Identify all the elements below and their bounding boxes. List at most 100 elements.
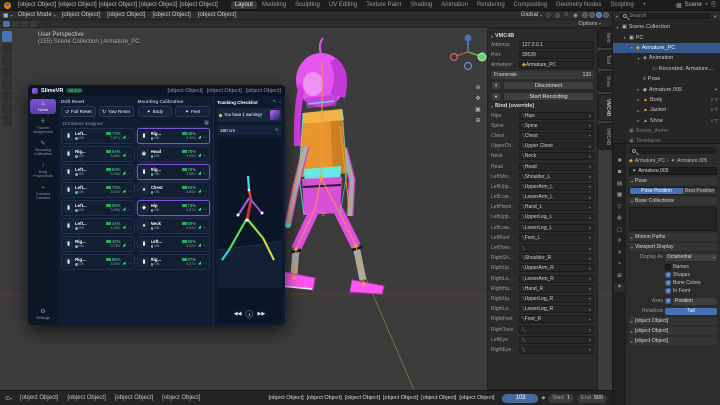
editor-type-button[interactable]: ▣▾ — [3, 12, 13, 19]
bone-dropdown[interactable]: ╲ Shoulder_R ▾ — [519, 254, 594, 262]
tool-option-icon-2[interactable] — [21, 21, 28, 27]
row-extra-icons[interactable]: ≡ ▽ — [711, 107, 718, 113]
bone-dropdown[interactable]: ╲ Hand_R ▾ — [519, 285, 594, 293]
outliner-row[interactable]: ▸ ◆ Armature.005 ✦ — [613, 84, 720, 94]
scale-tool[interactable] — [2, 79, 12, 90]
properties-tab-icon[interactable]: ✳ — [614, 248, 625, 257]
breadcrumb-data[interactable]: Armature.005 — [677, 158, 707, 164]
bone-dropdown[interactable]: ╲ UpperArm_L ▾ — [519, 183, 594, 191]
outliner-row[interactable]: ▣ Timelapse — [613, 136, 720, 143]
bone-dropdown[interactable]: ╲ LowerLeg_L ▾ — [519, 224, 594, 232]
timeline-menu[interactable]: [object Object] — [19, 395, 59, 401]
address-field[interactable]: 127.0.0.1 — [519, 41, 594, 49]
bone-dropdown[interactable]: ╲ Head ▾ — [519, 163, 594, 171]
measure-tool[interactable] — [2, 115, 12, 126]
tracker-card[interactable]: ● Neck OK 69% 4.04V ◢ — — [137, 218, 211, 234]
n-panel-tab[interactable]: View — [598, 71, 612, 92]
outliner-row[interactable]: ▸ ▲ Body ≡ ▽ — [613, 95, 720, 105]
workspace-tab[interactable]: Scripting — [606, 1, 637, 9]
tracker-card[interactable]: ● Chest OK 94% 3.86V ◢ — — [137, 182, 211, 198]
warning-row[interactable]: You have 1 warning! — [217, 108, 282, 122]
viewport-display-header[interactable]: ▾Viewport Display — [629, 243, 717, 251]
workspace-tab[interactable]: Texture Paint — [362, 1, 405, 9]
bone-dropdown[interactable]: ╲ LowerArm_L ▾ — [519, 193, 594, 201]
tracker-card[interactable]: ▮ Left... OK 70% 3.94V ◢ — — [61, 182, 135, 198]
shading-mode-icon[interactable] — [603, 12, 609, 18]
current-frame-field[interactable]: 103 — [502, 394, 538, 403]
row-extra-icons[interactable]: ≡ ▽ — [711, 97, 718, 103]
bone-dropdown[interactable]: ╲ Neck ▾ — [519, 152, 594, 160]
checkbox[interactable] — [665, 272, 671, 278]
properties-tab-icon[interactable]: ≈ — [614, 260, 625, 269]
tracker-card[interactable]: ▮ Rig... OK 87% 4.07V ◢ — — [137, 254, 211, 270]
tool-option-icon-3[interactable] — [30, 21, 37, 27]
sidebar-nav-item[interactable]: ✎ Mounting Calibration — [30, 139, 56, 158]
timeline-menu[interactable]: [object Object] — [66, 395, 106, 401]
properties-tab-icon[interactable]: ◙ — [614, 168, 625, 177]
bone-dropdown[interactable]: ╲ Spine ▾ — [519, 122, 594, 130]
relations-button[interactable]: Tail — [665, 308, 717, 315]
bone-dropdown[interactable]: ╲ Upper Chest ▾ — [519, 142, 594, 150]
expander-icon[interactable]: ▾ — [629, 45, 634, 50]
transport-button[interactable]: [object Object] — [383, 395, 418, 401]
properties-tab-icon[interactable]: ⊞ — [614, 271, 625, 280]
annotate-tool[interactable] — [2, 103, 12, 114]
window-control-button[interactable]: [object Object] — [207, 88, 242, 94]
properties-tab-icon[interactable]: ▢ — [614, 225, 625, 234]
topbar-menu[interactable]: [object Object] — [57, 2, 97, 8]
auto-key-icon[interactable]: ◆ — [541, 395, 545, 401]
row-extra-icons[interactable]: ≡ ▽ — [711, 118, 718, 124]
port-field[interactable]: 39539 — [519, 51, 594, 59]
rotate-tool[interactable] — [2, 67, 12, 78]
mounting-button[interactable]: ✦ Body — [138, 106, 173, 117]
n-panel-tab[interactable]: Tool — [598, 50, 612, 69]
filter-icon[interactable]: ▼ — [713, 14, 717, 19]
axes-position-slider[interactable]: Position — [673, 298, 717, 305]
rewind-button[interactable]: ◀◀ — [234, 311, 242, 317]
pause-icon[interactable]: ‖ — [491, 81, 501, 90]
camera-view-icon[interactable]: ▣ — [474, 106, 482, 114]
scene-unlink-icon[interactable]: × — [705, 2, 709, 8]
outliner-row[interactable]: ▾ ▣ Scene Collection — [613, 22, 720, 32]
sidebar-nav-item[interactable]: ⌂ Home — [30, 99, 56, 114]
tracker-card[interactable]: ▮ Left... OK 73% 3.87V ◢ — — [61, 128, 135, 144]
display-mode-icon[interactable]: ▾ — [616, 14, 618, 19]
reset-button[interactable]: ↺ Full Reset — [61, 106, 96, 117]
sidebar-settings[interactable]: ⚙ Settings — [30, 307, 56, 322]
collapsed-section-header[interactable]: ▸[object Object] — [629, 337, 717, 345]
bone-dropdown[interactable]: ╲ Hand_L ▾ — [519, 203, 594, 211]
start-recording-button[interactable]: Start Recording — [503, 92, 594, 101]
toggle-grid-icon[interactable]: ⊞ — [474, 117, 482, 125]
tracker-card[interactable]: ▮ Rig... OK 98% 3.95V ◢ — — [137, 128, 211, 144]
edit-icon[interactable]: ✎ — [272, 99, 276, 105]
armature-selector[interactable]: ◆ Armature_PC — [519, 61, 594, 69]
expander-icon[interactable]: ▸ — [636, 87, 641, 92]
tracker-card[interactable]: ▮ Rig... OK 88% 4.05V ◢ — — [61, 254, 135, 270]
tracker-card[interactable]: ▮ Rig... OK 94% 3.89V ◢ — — [61, 146, 135, 162]
workspace-tab[interactable]: Shading — [406, 1, 436, 9]
collapsed-section-header[interactable]: ▸[object Object] — [629, 327, 717, 335]
timeline-menu[interactable]: [object Object] — [161, 395, 201, 401]
slimevr-titlebar[interactable]: SlimeVR v0.9.0 [object Object][object Ob… — [28, 85, 285, 96]
viewport-menu[interactable]: [object Object] — [61, 12, 101, 18]
expander-icon[interactable]: ▸ — [636, 97, 641, 102]
new-scene-icon[interactable]: ⎘ — [711, 2, 716, 9]
bone-dropdown[interactable]: ╲ ▾ — [519, 244, 594, 252]
row-extra-icons[interactable]: ✦ — [714, 87, 718, 93]
bone-dropdown[interactable]: ╲ Chest ▾ — [519, 132, 594, 140]
checkbox[interactable] — [665, 280, 671, 286]
outliner-row[interactable]: ▭ Recorded: Armature_PC.0 — [613, 64, 720, 74]
n-panel-tab[interactable]: VMC4B — [598, 94, 612, 121]
expander-icon[interactable]: ▸ — [636, 108, 641, 113]
properties-tab-icon[interactable]: ▤ — [614, 179, 625, 188]
bone-dropdown[interactable]: ╲ Hips ▾ — [519, 112, 594, 120]
tracker-card[interactable]: ▮ Rig... OK 78% 3.98V ◢ — — [137, 164, 211, 180]
bind-section-header[interactable]: ▾Bind (override) — [491, 103, 594, 109]
bone-dropdown[interactable]: ╲ ▾ — [519, 346, 594, 354]
bone-dropdown[interactable]: ╲ Foot_L ▾ — [519, 234, 594, 242]
reset-button[interactable]: ↻ Yaw Reset — [99, 106, 134, 117]
n-panel-tab[interactable]: Item — [598, 28, 612, 48]
workspace-tab[interactable]: Compositing — [510, 1, 551, 9]
outliner-row[interactable]: ▸ ▲ Shoe ≡ ▽ — [613, 116, 720, 126]
properties-tab-icon[interactable]: ▽ — [614, 202, 625, 211]
